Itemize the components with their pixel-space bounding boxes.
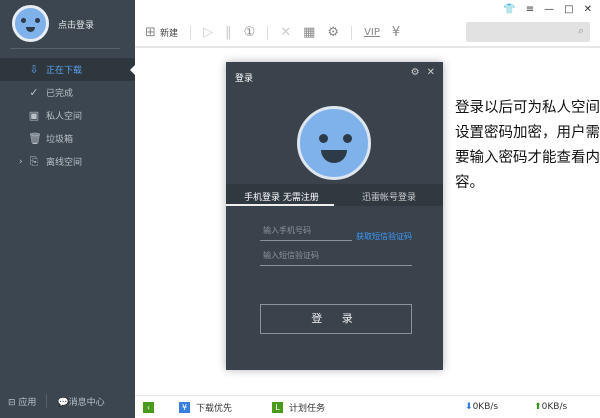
- lock-icon: ▣: [28, 109, 40, 122]
- cloud-download-icon: ⎘: [29, 154, 39, 168]
- label: 已完成: [46, 89, 74, 99]
- skin-icon[interactable]: 👕: [503, 4, 515, 15]
- sidebar-item-trash[interactable]: 🗑 垃圾箱: [0, 127, 135, 150]
- message-icon: 💬: [57, 397, 69, 408]
- minimize-button[interactable]: —: [544, 4, 554, 15]
- label: 正在下载: [46, 66, 83, 76]
- label: 新建: [160, 29, 179, 39]
- priority-icon: ¥: [179, 401, 190, 413]
- check-circle-icon: ✓: [29, 86, 39, 99]
- tab-phone-login[interactable]: 手机登录 无需注册: [244, 190, 319, 203]
- sidebar-item-private-space[interactable]: ▣ 私人空间: [0, 104, 135, 127]
- apps-grid-icon[interactable]: ▦: [303, 25, 315, 40]
- collapse-icon[interactable]: ‹: [143, 401, 154, 413]
- login-dialog: 登录 ⚙ ✕ 手机登录 无需注册 迅雷帐号登录 输入手机号码 获取短信验证码 输入…: [226, 62, 443, 370]
- avatar: [297, 106, 371, 180]
- phone-input[interactable]: 输入手机号码: [260, 225, 352, 241]
- down-arrow-icon: ⬇: [465, 402, 473, 412]
- sidebar: 点击登录 ⇩ 正在下载 ✓ 已完成 ▣ 私人空间 🗑 垃圾箱 › ⎘ 离线空间 ⊟ 应用 💬…: [0, 0, 135, 418]
- sms-code-input[interactable]: 输入短信验证码: [260, 250, 412, 266]
- speed-limit-icon[interactable]: ①: [244, 25, 256, 40]
- download-icon: ⇩: [29, 63, 39, 76]
- dialog-title: 登录: [235, 74, 254, 84]
- message-center-button[interactable]: 💬消息中心: [57, 395, 104, 408]
- maximize-button[interactable]: □: [564, 4, 573, 15]
- login-button[interactable]: 登 录: [260, 304, 412, 334]
- tab-account-login[interactable]: 迅雷帐号登录: [362, 190, 416, 203]
- new-button[interactable]: ⊞ 新建: [145, 25, 178, 40]
- delete-icon[interactable]: ✕: [280, 25, 291, 40]
- download-speed: 0KB/s: [472, 402, 499, 412]
- menu-icon[interactable]: ≡: [526, 4, 534, 15]
- user-avatar[interactable]: [12, 5, 49, 42]
- sidebar-item-offline-space[interactable]: › ⎘ 离线空间: [0, 150, 135, 173]
- close-button[interactable]: ✕: [584, 4, 592, 15]
- apps-icon: ⊟: [8, 397, 16, 408]
- close-icon[interactable]: ✕: [427, 67, 435, 78]
- label: 垃圾箱: [46, 135, 74, 145]
- vip-icon[interactable]: VIP: [364, 27, 380, 38]
- schedule-task-button[interactable]: 计划任务: [289, 401, 325, 414]
- divider: [10, 48, 120, 49]
- sidebar-item-downloading[interactable]: ⇩ 正在下载: [0, 58, 135, 81]
- chevron-right-icon[interactable]: ›: [19, 157, 23, 167]
- search-icon: ⌕: [577, 24, 584, 37]
- download-priority-button[interactable]: 下载优先: [196, 401, 232, 414]
- sidebar-item-completed[interactable]: ✓ 已完成: [0, 81, 135, 104]
- pause-icon[interactable]: ‖: [225, 25, 232, 40]
- settings-icon[interactable]: ⚙: [327, 25, 339, 40]
- search-input[interactable]: ⌕: [466, 22, 590, 42]
- settings-icon[interactable]: ⚙: [411, 67, 420, 78]
- upload-speed: 0KB/s: [541, 402, 568, 412]
- apps-button[interactable]: ⊟ 应用: [8, 395, 36, 408]
- toolbar: 👕 ≡ — □ ✕ ⊞ 新建 ▷ ‖ ① ✕ ▦ ⚙ VIP ¥ ⌕: [135, 0, 600, 48]
- label: 消息中心: [68, 397, 105, 408]
- label: 应用: [18, 397, 37, 408]
- start-icon[interactable]: ▷: [203, 25, 213, 40]
- login-link[interactable]: 点击登录: [58, 18, 94, 31]
- new-file-icon: ⊞: [145, 25, 156, 40]
- status-bar: ‹ ¥ 下载优先 L 计划任务 ⬇ 0KB/s ⬆ 0KB/s: [135, 395, 600, 418]
- schedule-icon: L: [272, 401, 284, 413]
- annotation-text: 登录以后可为私人空间设置密码加密，用户需要输入密码才能查看内容。: [455, 100, 600, 191]
- get-sms-code-link[interactable]: 获取短信验证码: [356, 231, 412, 242]
- trash-icon: 🗑: [28, 132, 42, 145]
- up-arrow-icon: ⬆: [534, 402, 542, 412]
- wallet-icon[interactable]: ¥: [392, 25, 400, 40]
- divider: [46, 394, 48, 408]
- label: 私人空间: [46, 112, 83, 122]
- label: 离线空间: [46, 158, 83, 168]
